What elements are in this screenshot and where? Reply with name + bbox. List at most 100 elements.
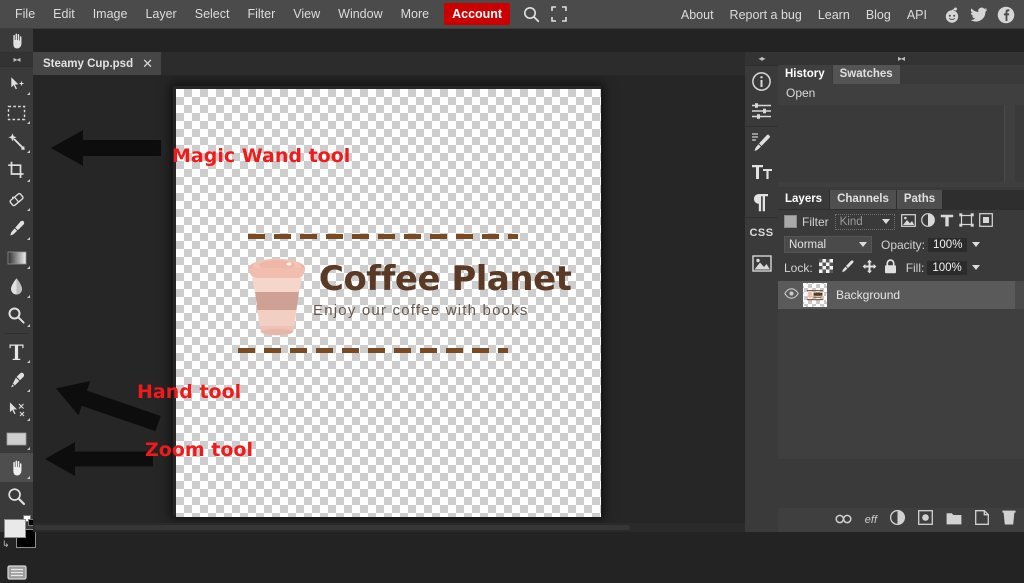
tab-channels[interactable]: Channels <box>830 190 896 209</box>
tool-shape[interactable] <box>0 424 33 453</box>
canvas-horizontal-scrollbar[interactable] <box>33 523 745 532</box>
tool-expand-corner <box>27 295 30 298</box>
tool-expand-corner <box>27 237 30 240</box>
menu-item-edit[interactable]: Edit <box>44 3 84 25</box>
brush-settings-icon[interactable] <box>745 127 778 157</box>
new-layer-icon[interactable] <box>975 510 989 530</box>
pixel-layer-icon[interactable] <box>900 213 916 230</box>
menu-item-view[interactable]: View <box>284 3 329 25</box>
reset-colors-icon[interactable]: ↳ <box>2 539 10 550</box>
paragraph-icon[interactable] <box>745 187 778 217</box>
tool-brush[interactable] <box>0 214 33 243</box>
canvas-scrollbar-thumb[interactable] <box>34 525 630 530</box>
image-icon[interactable] <box>745 248 778 278</box>
adjustment-layer-icon[interactable] <box>920 213 935 230</box>
tool-blur[interactable] <box>0 272 33 301</box>
color-swatches[interactable]: ↳ <box>0 515 36 555</box>
history-scrollbar[interactable] <box>1015 105 1024 182</box>
info-icon[interactable] <box>745 66 778 96</box>
layer-row-background[interactable]: Background <box>778 281 1024 309</box>
tool-hand[interactable] <box>0 453 33 482</box>
layer-mask-icon[interactable] <box>889 509 906 530</box>
opacity-value[interactable]: 100% <box>928 237 968 252</box>
character-icon[interactable] <box>745 157 778 187</box>
menu-item-learn[interactable]: Learn <box>810 4 858 26</box>
toolbar-collapse-toggle[interactable]: ▸◂ <box>0 52 33 67</box>
new-group-icon[interactable] <box>946 511 962 530</box>
tool-expand-corner <box>27 389 30 392</box>
filter-kind-select[interactable]: Kind <box>834 213 895 230</box>
type-layer-icon[interactable] <box>940 214 954 230</box>
rail-collapse-toggle[interactable]: ◂▸ <box>745 52 778 66</box>
search-icon[interactable] <box>518 3 544 25</box>
menu-item-more[interactable]: More <box>392 3 438 25</box>
tool-pen[interactable] <box>0 366 33 395</box>
menu-item-filter[interactable]: Filter <box>238 3 284 25</box>
menu-item-image[interactable]: Image <box>84 3 137 25</box>
account-button[interactable]: Account <box>444 3 511 25</box>
css-icon-label: CSS <box>749 227 774 239</box>
tool-eraser[interactable] <box>0 185 33 214</box>
eye-icon[interactable] <box>784 286 799 304</box>
menu-item-about[interactable]: About <box>673 4 722 26</box>
chevron-down-icon <box>859 242 867 247</box>
tool-marquee[interactable] <box>0 98 33 127</box>
right-panels: ▸◂ History Swatches Open Layers Channels… <box>778 52 1024 532</box>
blend-mode-select[interactable]: Normal <box>784 236 872 253</box>
smart-object-icon[interactable] <box>978 213 993 230</box>
tool-dodge[interactable] <box>0 301 33 330</box>
lock-transparency-icon[interactable] <box>818 259 833 276</box>
foreground-color-swatch[interactable] <box>4 519 26 538</box>
tab-layers[interactable]: Layers <box>778 190 830 209</box>
menu-item-select[interactable]: Select <box>186 3 239 25</box>
css-icon[interactable]: CSS <box>745 218 778 248</box>
fill-dropdown-icon[interactable] <box>971 265 980 270</box>
tool-magic-wand[interactable] <box>0 127 33 156</box>
close-icon[interactable]: ✕ <box>142 56 153 72</box>
screen-mode-button[interactable] <box>0 561 33 583</box>
twitter-icon[interactable] <box>969 5 989 25</box>
adjustments-icon[interactable] <box>745 96 778 126</box>
menu-item-file[interactable]: File <box>6 3 44 25</box>
adjustment-layer-icon[interactable] <box>918 510 933 530</box>
layers-empty-area[interactable] <box>778 309 1024 459</box>
lock-all-icon[interactable] <box>884 258 897 277</box>
menu-item-report-a-bug[interactable]: Report a bug <box>722 4 810 26</box>
document-tab[interactable]: Steamy Cup.psd ✕ <box>33 52 162 75</box>
reddit-icon[interactable] <box>942 5 962 25</box>
layer-effects-icon[interactable]: eff <box>865 514 877 526</box>
annotation-label-hand-tool: Hand tool <box>137 381 242 403</box>
tool-zoom[interactable] <box>0 482 33 511</box>
lock-image-icon[interactable] <box>840 259 855 277</box>
opacity-dropdown-icon[interactable] <box>972 242 981 247</box>
link-layers-icon[interactable] <box>835 511 852 529</box>
layer-thumbnail[interactable] <box>803 283 827 307</box>
pan-hand-button[interactable] <box>0 29 33 52</box>
tool-move[interactable] <box>0 69 33 98</box>
menu-item-api[interactable]: API <box>899 4 935 26</box>
layers-scrollbar[interactable] <box>1015 281 1024 309</box>
tool-type[interactable] <box>0 337 33 366</box>
lock-position-icon[interactable] <box>862 259 877 277</box>
panels-collapse-toggle[interactable]: ▸◂ <box>778 52 1024 65</box>
facebook-icon[interactable] <box>996 5 1016 25</box>
menu-item-window[interactable]: Window <box>329 3 391 25</box>
history-list-area[interactable] <box>778 105 1005 182</box>
tool-path-selection[interactable] <box>0 395 33 424</box>
filter-checkbox[interactable] <box>784 215 797 228</box>
brand-title: Coffee Planet <box>319 259 572 299</box>
tab-history[interactable]: History <box>778 65 832 84</box>
tool-gradient[interactable] <box>0 243 33 272</box>
fullscreen-icon[interactable] <box>546 3 572 25</box>
history-item-open[interactable]: Open <box>778 84 1024 102</box>
photopea-app: File Edit Image Layer Select Filter View… <box>0 0 1024 580</box>
shape-layer-icon[interactable] <box>958 213 974 230</box>
canvas-viewport[interactable]: Coffee Planet Enjoy our coffee with book… <box>33 75 745 532</box>
tab-swatches[interactable]: Swatches <box>832 65 900 84</box>
fill-value[interactable]: 100% <box>927 260 967 275</box>
menu-item-layer[interactable]: Layer <box>136 3 185 25</box>
tab-paths[interactable]: Paths <box>896 190 943 209</box>
delete-layer-icon[interactable] <box>1002 510 1016 530</box>
menu-item-blog[interactable]: Blog <box>858 4 899 26</box>
tool-crop[interactable] <box>0 156 33 185</box>
